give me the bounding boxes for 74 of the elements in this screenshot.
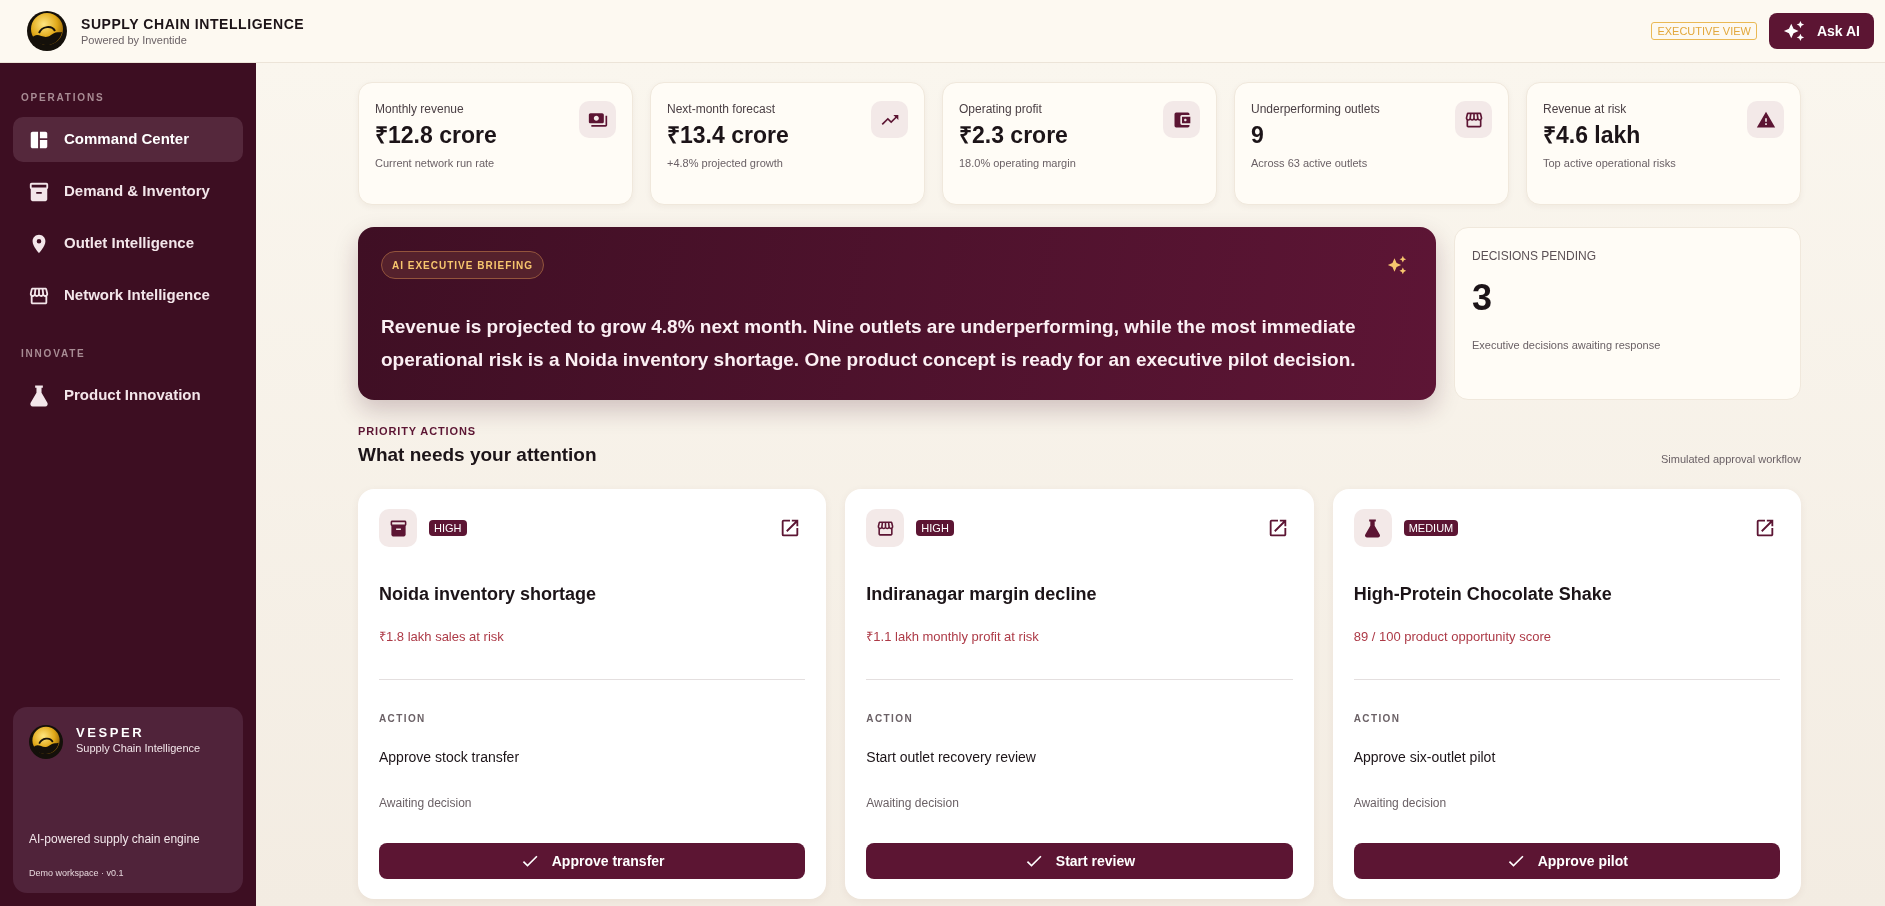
archive-box-icon (379, 509, 417, 547)
card-title: High-Protein Chocolate Shake (1353, 583, 1613, 606)
sidebar-item[interactable]: Command Center (13, 117, 243, 162)
sidebar-section-label: OPERATIONS (20, 92, 106, 104)
impact-text: ₹1.1 lakh monthly profit at risk (866, 628, 1040, 646)
sparkle-icon (1387, 255, 1407, 275)
card-title: Indiranagar margin decline (866, 583, 1098, 606)
sidebar-section-label: INNOVATE (20, 348, 87, 360)
action-label: ACTION (379, 713, 427, 725)
logo-icon (27, 11, 67, 51)
decisions-label: DECISIONS PENDING (1472, 249, 1598, 264)
kpi-note: +4.8% projected growth (667, 156, 784, 171)
workspace-subtitle: Supply Chain Intelligence (76, 741, 201, 756)
section-heading: What needs your attention (358, 443, 597, 467)
status-text: Awaiting decision (866, 796, 960, 811)
external-link-icon[interactable] (1754, 517, 1776, 539)
sidebar-item[interactable]: Outlet Intelligence (13, 221, 243, 266)
priority-badge: HIGH (429, 520, 467, 536)
logo-icon (29, 725, 63, 759)
kpi-label: Revenue at risk (1543, 101, 1628, 117)
action-label: ACTION (866, 713, 915, 725)
flask-icon (28, 384, 50, 407)
decisions-note: Executive decisions awaiting response (1472, 338, 1662, 352)
priority-badge: MEDIUM (1403, 520, 1459, 536)
banknotes-icon (579, 101, 616, 138)
sidebar-item[interactable]: Product Innovation (13, 373, 243, 418)
sidebar-item[interactable]: Network Intelligence (13, 273, 243, 318)
kpi-note: Top active operational risks (1543, 156, 1676, 171)
kpi-note: Across 63 active outlets (1251, 156, 1369, 171)
briefing-badge: AI EXECUTIVE BRIEFING (381, 251, 544, 279)
workspace-name: VESPER (76, 725, 146, 741)
action-label: ACTION (1353, 713, 1402, 725)
kpi-value: ₹2.3 crore (959, 121, 1069, 150)
app-title: SUPPLY CHAIN INTELLIGENCE (81, 15, 305, 33)
kpi-value: ₹12.8 crore (375, 121, 497, 150)
sparkle-icon (1782, 20, 1805, 42)
storefront-icon (1455, 101, 1492, 138)
workflow-note: Simulated approval workflow (1661, 452, 1801, 466)
archive-box-icon (28, 180, 50, 203)
app-subtitle: Powered by Inventide (81, 33, 188, 47)
kpi-value: 9 (1251, 121, 1265, 150)
kpi-note: Current network run rate (375, 156, 496, 171)
ask-ai-button[interactable]: Ask AI (1768, 13, 1874, 49)
sidebar-item[interactable]: Demand & Inventory (13, 169, 243, 214)
action-text: Start outlet recovery review (866, 748, 1037, 766)
action-button[interactable]: Approve pilot (1353, 843, 1780, 879)
kpi-value: ₹4.6 lakh (1543, 121, 1642, 150)
warning-icon (1747, 101, 1784, 138)
flask-icon (1353, 509, 1392, 547)
priority-badge: HIGH (916, 520, 954, 536)
action-text: Approve stock transfer (379, 748, 521, 766)
card-title: Noida inventory shortage (379, 583, 598, 606)
section-eyebrow: PRIORITY ACTIONS (358, 425, 477, 438)
impact-text: 89 / 100 product opportunity score (1353, 628, 1552, 646)
wallet-icon (1163, 101, 1200, 138)
kpi-label: Underperforming outlets (1251, 101, 1380, 117)
workspace-tagline: AI-powered supply chain engine (29, 832, 201, 847)
decisions-count: 3 (1472, 278, 1494, 318)
kpi-label: Operating profit (959, 101, 1043, 117)
workspace-version: Demo workspace · v0.1 (29, 867, 125, 879)
action-button[interactable]: Start review (866, 843, 1293, 879)
status-text: Awaiting decision (1353, 796, 1448, 811)
impact-text: ₹1.8 lakh sales at risk (379, 628, 505, 646)
kpi-value: ₹13.4 crore (667, 121, 789, 150)
view-badge: EXECUTIVE VIEW (1651, 22, 1757, 40)
kpi-label: Monthly revenue (375, 101, 465, 117)
status-text: Awaiting decision (379, 796, 473, 811)
briefing-text: Revenue is projected to grow 4.8% next month. Nine outlets are underperforming, while the most immediate operational risk is a Noida inventory shortage. One product concept is ready for an executive pilot decision. (381, 315, 1357, 372)
action-button[interactable]: Approve transfer (379, 843, 806, 879)
kpi-label: Next-month forecast (667, 101, 777, 117)
trend-up-icon (871, 101, 908, 138)
storefront-icon (866, 509, 905, 547)
action-text: Approve six-outlet pilot (1353, 748, 1497, 766)
kpi-note: 18.0% operating margin (959, 156, 1076, 171)
